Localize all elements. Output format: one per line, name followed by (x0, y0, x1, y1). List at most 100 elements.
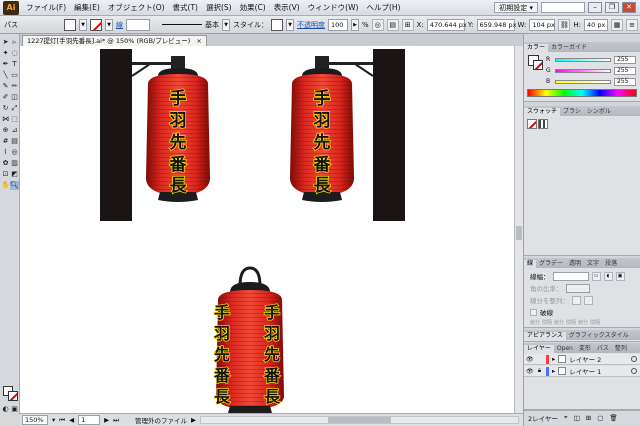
tab-brushes[interactable]: ブラシ (560, 108, 584, 116)
artboard-tool-icon[interactable]: ⊡ (1, 170, 10, 179)
menu-file[interactable]: ファイル(F) (22, 2, 70, 13)
expand-arrow-icon[interactable]: ▸ (552, 355, 555, 363)
miter-field[interactable] (565, 283, 590, 293)
tab-character[interactable]: 文字 (584, 260, 602, 268)
cap-butt-icon[interactable]: ▭ (591, 271, 601, 281)
r-slider[interactable] (555, 57, 611, 62)
menu-type[interactable]: 書式(T) (169, 2, 202, 13)
tab-stroke[interactable]: 線 (524, 260, 537, 268)
tab-layers[interactable]: レイヤー (524, 345, 554, 353)
symbol-sprayer-tool-icon[interactable]: ✿ (1, 159, 10, 168)
menu-effect[interactable]: 効果(C) (236, 2, 270, 13)
status-message[interactable]: 管理外のファイル (135, 415, 187, 425)
gap-2[interactable]: 間隔 (566, 319, 576, 326)
layer-name[interactable]: レイヤー 2 (569, 354, 601, 364)
opacity-input[interactable]: 100 (328, 18, 348, 31)
menu-window[interactable]: ウィンドウ(W) (304, 2, 363, 13)
tab-paragraph[interactable]: 段落 (602, 260, 620, 268)
dash-2[interactable]: 線分 (554, 319, 564, 326)
h-input[interactable]: 40 px (584, 18, 609, 31)
tab-color[interactable]: カラー (524, 44, 549, 52)
layer-target-icon[interactable] (631, 368, 637, 374)
magic-wand-tool-icon[interactable]: ✦ (1, 49, 10, 58)
w-input[interactable]: 104 px (529, 18, 556, 31)
align-center-icon[interactable] (572, 295, 581, 305)
layer-row[interactable]: 👁︎ ▸ レイヤー 2 (524, 354, 640, 365)
visibility-eye-icon[interactable]: 👁︎ (526, 356, 534, 363)
tab-gradient[interactable]: グラデー (536, 260, 566, 268)
hand-tool-icon[interactable]: ✋ (1, 181, 10, 190)
artboard-canvas[interactable]: 手 羽 先 番 長 手 羽 先 番 長 手 羽 先 番 長 手 羽 先 番 長 (20, 46, 514, 413)
delete-layer-icon[interactable]: 🗑︎ (609, 414, 617, 422)
graphic-style-dropdown[interactable]: ▼ (286, 18, 294, 31)
tab-align[interactable]: 整列 (612, 345, 630, 353)
stroke-dropdown[interactable]: ▼ (105, 18, 113, 31)
stroke-profile-preview[interactable] (162, 19, 202, 31)
new-sublayer-icon[interactable]: ⊞ (586, 414, 591, 422)
gap-1[interactable]: 間隔 (542, 319, 552, 326)
document-tab[interactable]: 1227提灯[手羽先番長].ai* @ 150% (RGB/プレビュー) × (22, 35, 207, 46)
gap-3[interactable]: 間隔 (590, 319, 600, 326)
workspace-switcher[interactable]: 初期設定 ▾ (494, 2, 538, 13)
selection-tool-icon[interactable]: ➤ (1, 38, 10, 47)
menu-edit[interactable]: 編集(E) (70, 2, 104, 13)
menu-object[interactable]: オブジェクト(O) (104, 2, 169, 13)
stroke-link[interactable]: 線 (116, 20, 123, 30)
link-proportions-icon[interactable]: ⛓ (558, 18, 571, 31)
right-lantern-group[interactable] (290, 49, 405, 221)
close-tab-icon[interactable]: × (196, 37, 201, 45)
line-tool-icon[interactable]: ╲ (1, 71, 10, 80)
close-icon[interactable]: ✕ (622, 2, 636, 13)
column-graph-tool-icon[interactable]: ▥ (10, 159, 19, 168)
swatch-registration[interactable] (538, 119, 548, 129)
first-artboard-icon[interactable]: ⏮ (59, 416, 65, 425)
lasso-tool-icon[interactable]: ◌ (10, 49, 19, 58)
width-tool-icon[interactable]: ⋈ (1, 115, 10, 124)
next-artboard-icon[interactable]: ▶ (104, 416, 109, 424)
direct-selection-tool-icon[interactable]: ▹ (10, 38, 19, 47)
tab-swatches[interactable]: スウォッチ (524, 108, 561, 116)
restore-icon[interactable]: ❐ (605, 2, 619, 13)
last-artboard-icon[interactable]: ⏭ (113, 416, 119, 425)
layer-name[interactable]: レイヤー 1 (569, 366, 601, 376)
screen-mode-icon[interactable]: ▣ (10, 405, 19, 414)
cap-round-icon[interactable]: ◖ (603, 271, 613, 281)
r-value[interactable]: 255 (614, 55, 636, 64)
shape-builder-tool-icon[interactable]: ⊕ (1, 126, 10, 135)
rectangle-tool-icon[interactable]: ▭ (10, 71, 19, 80)
b-value[interactable]: 255 (614, 77, 636, 86)
layer-row[interactable]: 👁︎ 🔒︎ ▸ レイヤー 1 (524, 366, 640, 377)
opacity-link[interactable]: 不透明度 (297, 20, 325, 30)
slice-tool-icon[interactable]: ◩ (10, 170, 19, 179)
locate-object-icon[interactable]: ⌖ (564, 413, 568, 422)
horizontal-scroll-thumb[interactable] (327, 417, 392, 423)
pencil-tool-icon[interactable]: ✏ (10, 82, 19, 91)
zoom-tool-icon[interactable]: 🔍︎ (10, 181, 19, 190)
visibility-eye-icon[interactable]: 👁︎ (526, 368, 534, 375)
blob-brush-tool-icon[interactable]: ✐ (1, 93, 10, 102)
dash-1[interactable]: 線分 (530, 319, 540, 326)
menu-help[interactable]: ヘルプ(H) (362, 2, 404, 13)
stroke-color-icon[interactable] (8, 391, 18, 401)
b-slider[interactable] (555, 79, 611, 84)
stroke-style-dropdown[interactable]: ▼ (222, 18, 230, 31)
fill-dropdown[interactable]: ▼ (79, 18, 87, 31)
rotate-tool-icon[interactable]: ↻ (1, 104, 10, 113)
menu-select[interactable]: 選択(S) (202, 2, 236, 13)
gradient-tool-icon[interactable]: ▤ (10, 137, 19, 146)
zoom-dropdown-icon[interactable]: ▾ (52, 416, 55, 424)
g-slider[interactable] (555, 68, 611, 73)
scale-tool-icon[interactable]: ⤢ (10, 104, 19, 113)
artboard-number-input[interactable]: 1 (78, 415, 101, 425)
status-menu-icon[interactable]: ▶ (191, 416, 196, 424)
swatch-none[interactable] (527, 119, 537, 129)
new-layer-icon[interactable]: ▢ (597, 414, 603, 422)
mesh-tool-icon[interactable]: # (1, 137, 10, 146)
y-input[interactable]: 659.948 px (476, 18, 516, 31)
tab-open[interactable]: Open (554, 345, 576, 353)
color-stroke-icon[interactable] (533, 60, 543, 70)
align-icon[interactable]: ▤ (386, 18, 399, 31)
perspective-grid-tool-icon[interactable]: ⊿ (10, 126, 19, 135)
clipping-mask-icon[interactable]: ◫ (574, 414, 580, 422)
lock-icon[interactable]: 🔒︎ (536, 367, 543, 375)
